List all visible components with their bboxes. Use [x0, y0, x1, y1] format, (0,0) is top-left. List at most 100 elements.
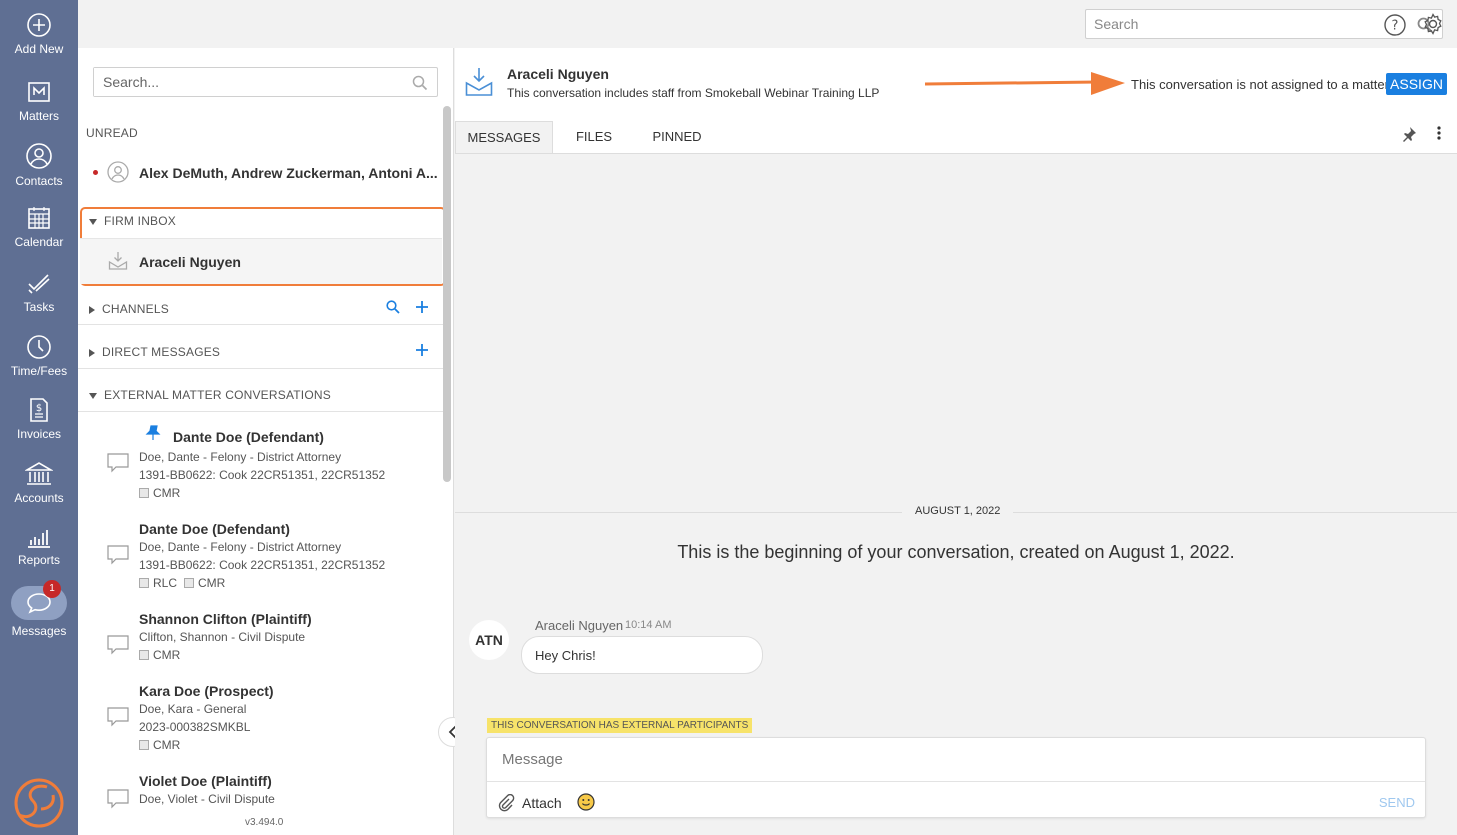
message-author: Araceli Nguyen — [535, 618, 624, 633]
nav-accounts[interactable]: Accounts — [0, 461, 78, 505]
conversation-matter-number: 2023-000382SMKBL — [139, 720, 251, 734]
conversation-pane: Araceli Nguyen This conversation include… — [455, 48, 1457, 835]
divider — [78, 368, 444, 369]
calendar-icon — [0, 205, 78, 231]
tab-pinned[interactable]: PINNED — [641, 121, 713, 154]
global-search-input[interactable] — [1086, 10, 1386, 38]
section-label: CHANNELS — [102, 302, 169, 316]
comment-icon — [106, 634, 130, 656]
nav-add-new[interactable]: Add New — [0, 12, 78, 56]
bank-icon — [0, 461, 78, 487]
comment-icon — [106, 544, 130, 566]
nav-reports[interactable]: Reports — [0, 527, 78, 567]
nav-label: Time/Fees — [10, 364, 68, 378]
more-options-icon[interactable] — [1437, 126, 1441, 140]
section-label: FIRM INBOX — [104, 214, 177, 228]
nav-label: Matters — [18, 109, 59, 123]
paperclip-icon[interactable] — [497, 794, 515, 812]
svg-text:$: $ — [36, 403, 42, 414]
help-icon[interactable]: ? — [1384, 14, 1406, 36]
avatar: ATN — [469, 620, 509, 660]
list-item[interactable]: Dante Doe (Defendant) Doe, Dante - Felon… — [78, 518, 444, 598]
conversation-name: Kara Doe (Prospect) — [139, 683, 274, 699]
conversation-search[interactable] — [93, 67, 438, 97]
unread-header: UNREAD — [86, 126, 138, 140]
staff-tag: CMR — [139, 648, 180, 662]
section-label: DIRECT MESSAGES — [102, 345, 221, 359]
svg-text:?: ? — [1392, 19, 1399, 34]
search-icon[interactable] — [412, 75, 428, 91]
conversation-header: Araceli Nguyen This conversation include… — [455, 48, 1457, 154]
conversation-name: Araceli Nguyen — [139, 254, 241, 270]
section-label: EXTERNAL MATTER CONVERSATIONS — [104, 388, 331, 402]
tag-label: RLC — [153, 576, 178, 590]
direct-messages-header[interactable]: DIRECT MESSAGES — [78, 345, 444, 359]
assign-button[interactable]: ASSIGN — [1386, 73, 1447, 95]
conversation-name: Alex DeMuth, Andrew Zuckerman, Antoni A.… — [139, 165, 438, 181]
matters-icon — [0, 79, 78, 105]
nav-matters[interactable]: Matters — [0, 79, 78, 123]
contacts-icon — [0, 142, 78, 170]
message-input[interactable] — [487, 738, 1425, 782]
comment-icon — [106, 788, 130, 810]
bar-chart-icon — [0, 527, 78, 549]
message-time: 10:14 AM — [625, 619, 672, 631]
nav-invoices[interactable]: $ Invoices — [0, 397, 78, 441]
message-bubble: Hey Chris! — [521, 636, 763, 674]
nav-messages[interactable]: 1 Messages — [0, 580, 78, 638]
gear-icon[interactable] — [1422, 13, 1444, 35]
checkbox-icon — [139, 578, 149, 588]
external-conversations-header[interactable]: EXTERNAL MATTER CONVERSATIONS — [78, 388, 444, 402]
nav-time-fees[interactable]: Time/Fees — [0, 334, 78, 378]
conversation-matter: Doe, Dante - Felony - District Attorney — [139, 540, 342, 554]
caret-down-icon — [89, 218, 97, 225]
inbox-tray-icon — [108, 251, 128, 271]
nav-tasks[interactable]: Tasks — [0, 270, 78, 314]
tag-label: CMR — [153, 648, 181, 662]
staff-tag: CMR — [139, 738, 180, 752]
tag-label: CMR — [153, 738, 181, 752]
add-direct-message-icon[interactable] — [415, 343, 429, 357]
divider — [455, 153, 1457, 154]
add-channel-icon[interactable] — [415, 300, 429, 314]
divider — [78, 411, 444, 412]
nav-label: Contacts — [15, 174, 63, 188]
conversation-search-input[interactable] — [94, 68, 394, 96]
conversation-matter: Clifton, Shannon - Civil Dispute — [139, 630, 306, 644]
unassigned-notice: This conversation is not assigned to a m… — [1131, 77, 1389, 92]
unread-conversation-item[interactable]: Alex DeMuth, Andrew Zuckerman, Antoni A.… — [78, 154, 444, 190]
inbox-tray-icon — [465, 66, 493, 98]
tab-files[interactable]: FILES — [563, 121, 625, 154]
attach-button[interactable]: Attach — [522, 795, 562, 811]
list-item[interactable]: Violet Doe (Plaintiff) Doe, Violet - Civ… — [78, 770, 444, 812]
list-scrollbar[interactable] — [443, 106, 451, 482]
send-button[interactable]: SEND — [1379, 795, 1415, 810]
firm-inbox-header[interactable]: FIRM INBOX — [78, 214, 444, 228]
nav-contacts[interactable]: Contacts — [0, 142, 78, 188]
divider — [78, 324, 444, 325]
conversation-name: Violet Doe (Plaintiff) — [139, 773, 272, 789]
nav-label: Tasks — [23, 300, 55, 314]
checkbox-icon — [139, 488, 149, 498]
nav-calendar[interactable]: Calendar — [0, 205, 78, 249]
conversation-name: Dante Doe (Defendant) — [139, 521, 290, 537]
pin-icon[interactable] — [1401, 126, 1417, 142]
tab-messages[interactable]: MESSAGES — [455, 121, 553, 154]
caret-right-icon — [89, 305, 95, 314]
message-composer: Attach SEND — [486, 737, 1426, 818]
unread-dot — [93, 170, 98, 175]
emoji-icon[interactable] — [577, 793, 595, 811]
arrow-annotation-icon — [923, 70, 1127, 98]
nav-rail: Add New Matters Contacts Calendar Tasks … — [0, 0, 78, 835]
conversation-matter: Doe, Kara - General — [139, 702, 247, 716]
smokeball-logo-icon — [13, 777, 65, 829]
top-bar: ? — [78, 0, 1457, 48]
conversation-matter-number: 1391-BB0622: Cook 22CR51351, 22CR51352 — [139, 468, 386, 482]
clock-icon — [0, 334, 78, 360]
firm-inbox-item[interactable]: Araceli Nguyen — [80, 238, 442, 284]
list-item[interactable]: Dante Doe (Defendant) Doe, Dante - Felon… — [78, 418, 444, 508]
list-item[interactable]: Shannon Clifton (Plaintiff) Clifton, Sha… — [78, 608, 444, 670]
search-channels-icon[interactable] — [386, 300, 400, 314]
list-item[interactable]: Kara Doe (Prospect) Doe, Kara - General … — [78, 680, 444, 760]
nav-label: Reports — [17, 553, 61, 567]
